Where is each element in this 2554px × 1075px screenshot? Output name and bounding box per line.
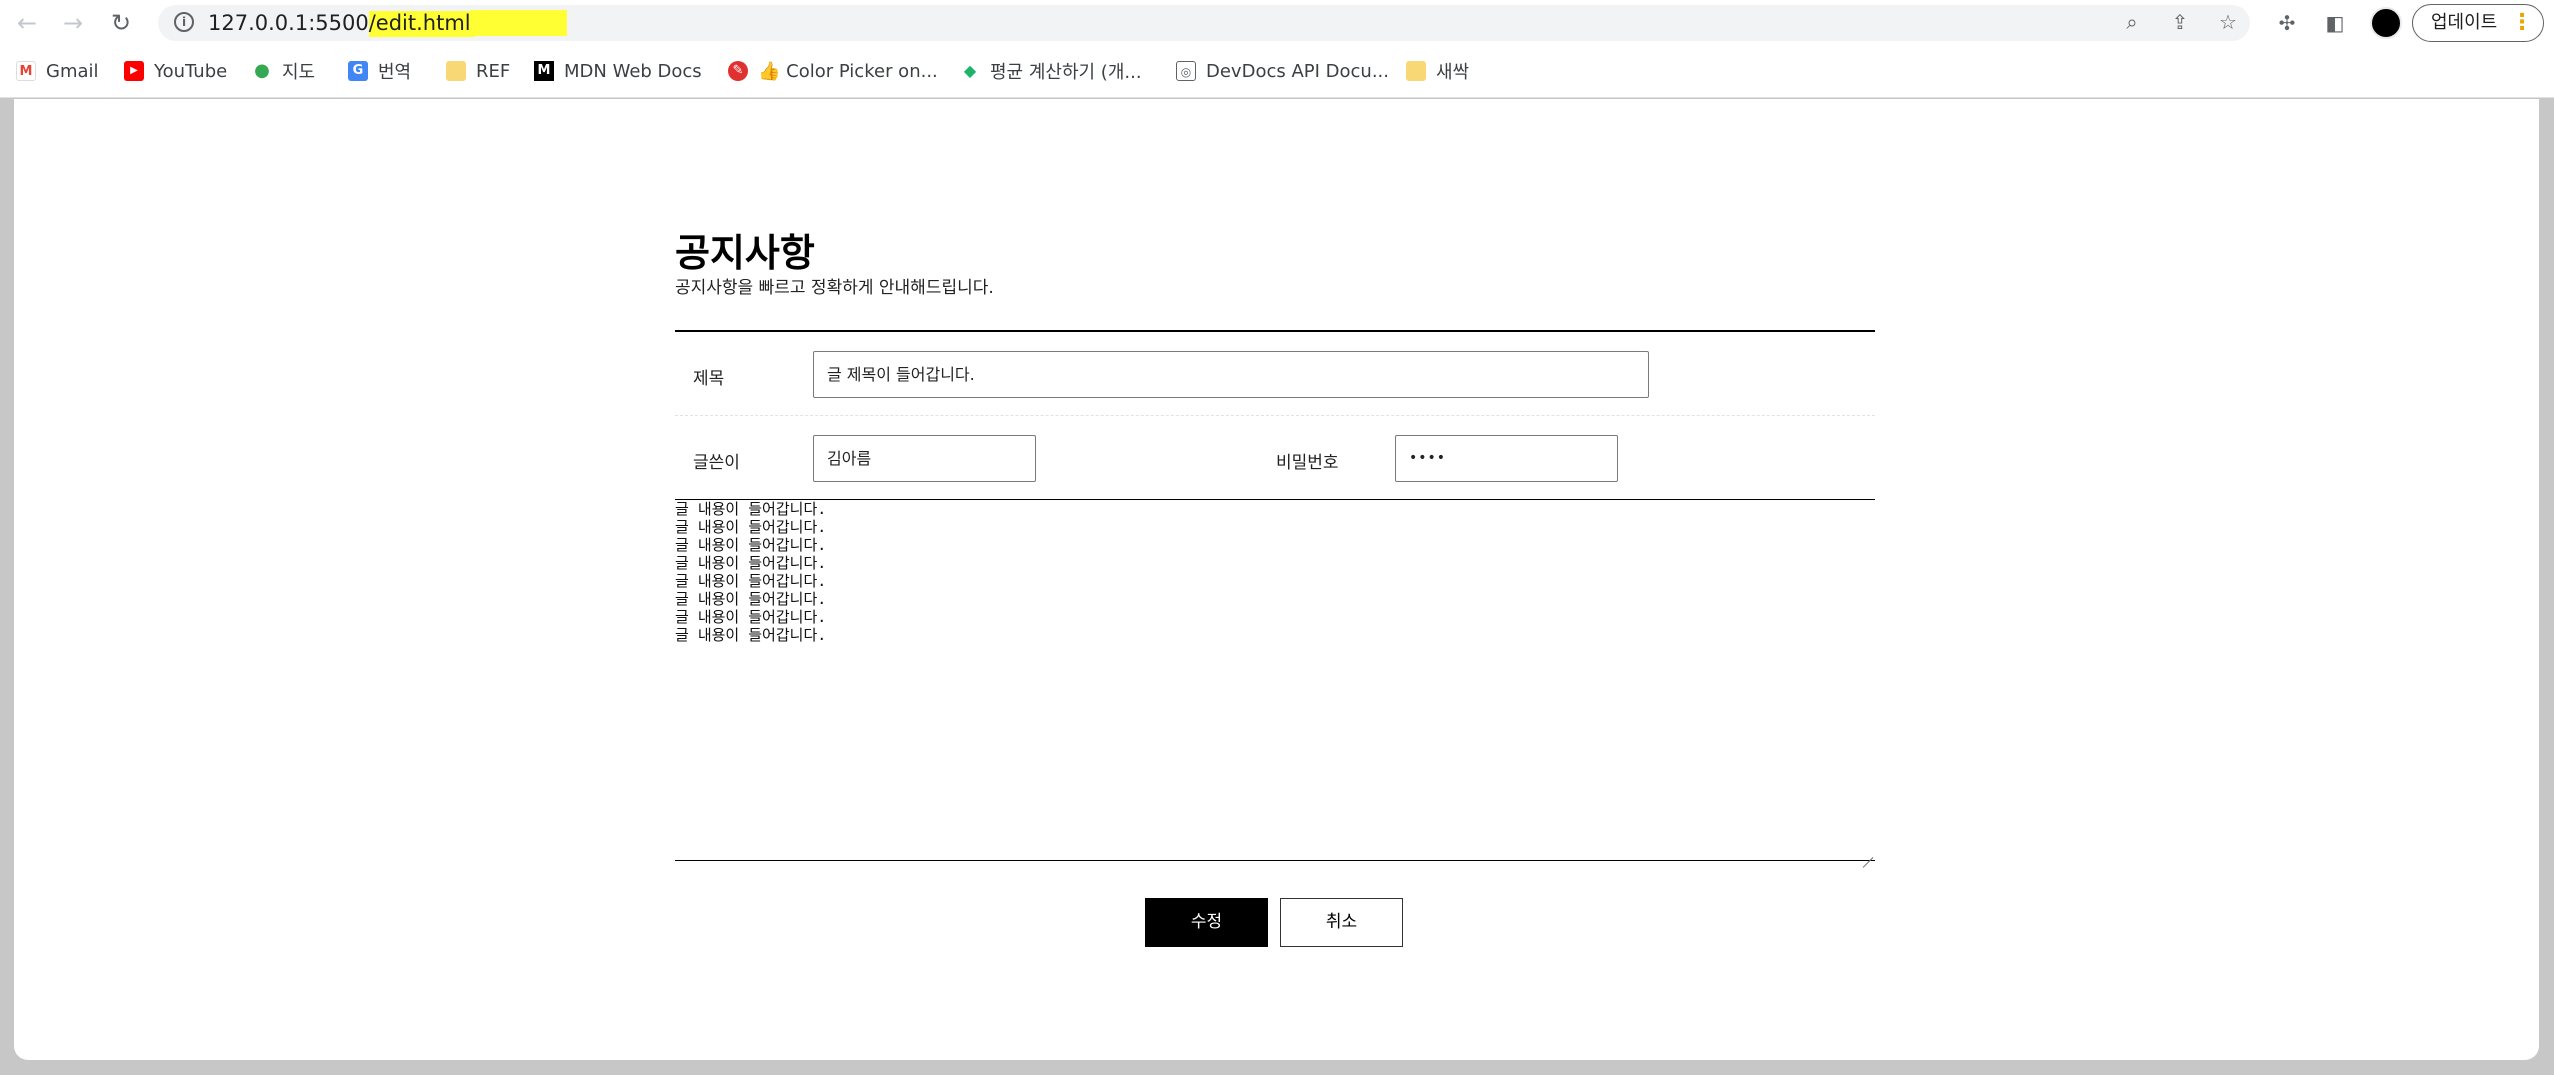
url-host: 127.0.0.1:5500 — [208, 11, 369, 35]
url-path: /edit.html — [368, 11, 475, 37]
content-line: 글 내용이 들어갑니다. — [675, 608, 827, 626]
bookmark-label: MDN Web Docs — [564, 60, 702, 82]
browser-toolbar: ← → ↻ i 127.0.0.1:5500/edit.html ⌕ ⇪ ☆ ✣… — [0, 0, 2554, 46]
page-subtitle: 공지사항을 빠르고 정확하게 안내해드립니다. — [675, 278, 994, 298]
side-panel-icon[interactable]: ◧ — [2320, 8, 2350, 38]
folder-icon — [1406, 61, 1426, 81]
bookmark-translate[interactable]: G 번역 — [348, 56, 411, 86]
maps-icon: ● — [252, 61, 272, 81]
site-info-icon[interactable]: i — [174, 12, 194, 32]
profile-avatar[interactable] — [2370, 7, 2402, 39]
content-line: 글 내용이 들어갑니다. — [675, 626, 827, 644]
title-label: 제목 — [693, 369, 725, 389]
bookmark-youtube[interactable]: ▶ YouTube — [124, 56, 227, 86]
content-line: 글 내용이 들어갑니다. — [675, 536, 827, 554]
bookmark-average-calc[interactable]: ◆ 평균 계산하기 (개... — [960, 56, 1142, 86]
resize-handle[interactable] — [1861, 846, 1873, 858]
extensions-icon[interactable]: ✣ — [2272, 8, 2302, 38]
calculator-icon: ◆ — [960, 61, 980, 81]
writer-input[interactable]: 김아름 — [813, 435, 1036, 482]
bookmark-gmail[interactable]: M Gmail — [16, 56, 99, 86]
writer-label: 글쓴이 — [693, 453, 740, 473]
devdocs-icon: ◎ — [1176, 61, 1196, 81]
bookmark-label: 👍 Color Picker on... — [758, 60, 938, 82]
cancel-button[interactable]: 취소 — [1280, 898, 1403, 947]
update-button[interactable]: 업데이트 ⋮ — [2412, 4, 2544, 42]
color-picker-icon: ✎ — [728, 61, 748, 81]
zoom-icon[interactable]: ⌕ — [2118, 8, 2146, 36]
url-highlight — [470, 10, 567, 36]
submit-button[interactable]: 수정 — [1145, 898, 1268, 947]
row-divider — [675, 415, 1875, 416]
bookmark-label: 지도 — [282, 62, 316, 83]
menu-dots-icon: ⋮ — [2511, 10, 2533, 35]
mdn-icon: M — [534, 61, 554, 81]
bookmark-saessak[interactable]: 새싹 — [1406, 56, 1469, 86]
translate-icon: G — [348, 61, 368, 81]
share-icon[interactable]: ⇪ — [2166, 8, 2194, 36]
form-top-border — [675, 330, 1875, 332]
url-text[interactable]: 127.0.0.1:5500/edit.html — [208, 10, 567, 37]
back-icon[interactable]: ← — [12, 8, 42, 38]
bookmark-label: DevDocs API Docu... — [1206, 60, 1389, 82]
bookmark-label: REF — [476, 60, 511, 82]
bookmark-devdocs[interactable]: ◎ DevDocs API Docu... — [1176, 56, 1389, 86]
folder-icon — [446, 61, 466, 81]
bookmark-label: YouTube — [154, 60, 228, 82]
password-input[interactable]: •••• — [1395, 435, 1618, 482]
content-line: 글 내용이 들어갑니다. — [675, 500, 827, 518]
bookmark-ref[interactable]: REF — [446, 56, 510, 86]
bookmark-mdn[interactable]: M MDN Web Docs — [534, 56, 702, 86]
forward-icon[interactable]: → — [58, 8, 88, 38]
bookmark-color-picker[interactable]: ✎ 👍 Color Picker on... — [728, 56, 938, 86]
bookmark-label: 평균 계산하기 (개... — [990, 62, 1142, 83]
gmail-icon: M — [16, 61, 36, 81]
update-label: 업데이트 — [2431, 12, 2498, 33]
reload-icon[interactable]: ↻ — [106, 8, 136, 38]
content-line: 글 내용이 들어갑니다. — [675, 572, 827, 590]
youtube-icon: ▶ — [124, 61, 144, 81]
bookmark-label: 새싹 — [1436, 62, 1470, 83]
title-input[interactable]: 글 제목이 들어갑니다. — [813, 351, 1649, 398]
content-textarea[interactable]: 글 내용이 들어갑니다. 글 내용이 들어갑니다. 글 내용이 들어갑니다. 글… — [675, 500, 1875, 861]
bookmark-label: Gmail — [46, 60, 99, 82]
bookmark-label: 번역 — [378, 62, 412, 83]
password-label: 비밀번호 — [1276, 453, 1339, 473]
page-title: 공지사항 — [675, 231, 815, 275]
star-icon[interactable]: ☆ — [2214, 8, 2242, 36]
content-line: 글 내용이 들어갑니다. — [675, 518, 827, 536]
content-line: 글 내용이 들어갑니다. — [675, 590, 827, 608]
bookmark-maps[interactable]: ● 지도 — [252, 56, 315, 86]
bookmarks-bar: M Gmail ▶ YouTube ● 지도 G 번역 REF M MDN Web Doc… — [0, 46, 2554, 98]
content-line: 글 내용이 들어갑니다. — [675, 554, 827, 572]
